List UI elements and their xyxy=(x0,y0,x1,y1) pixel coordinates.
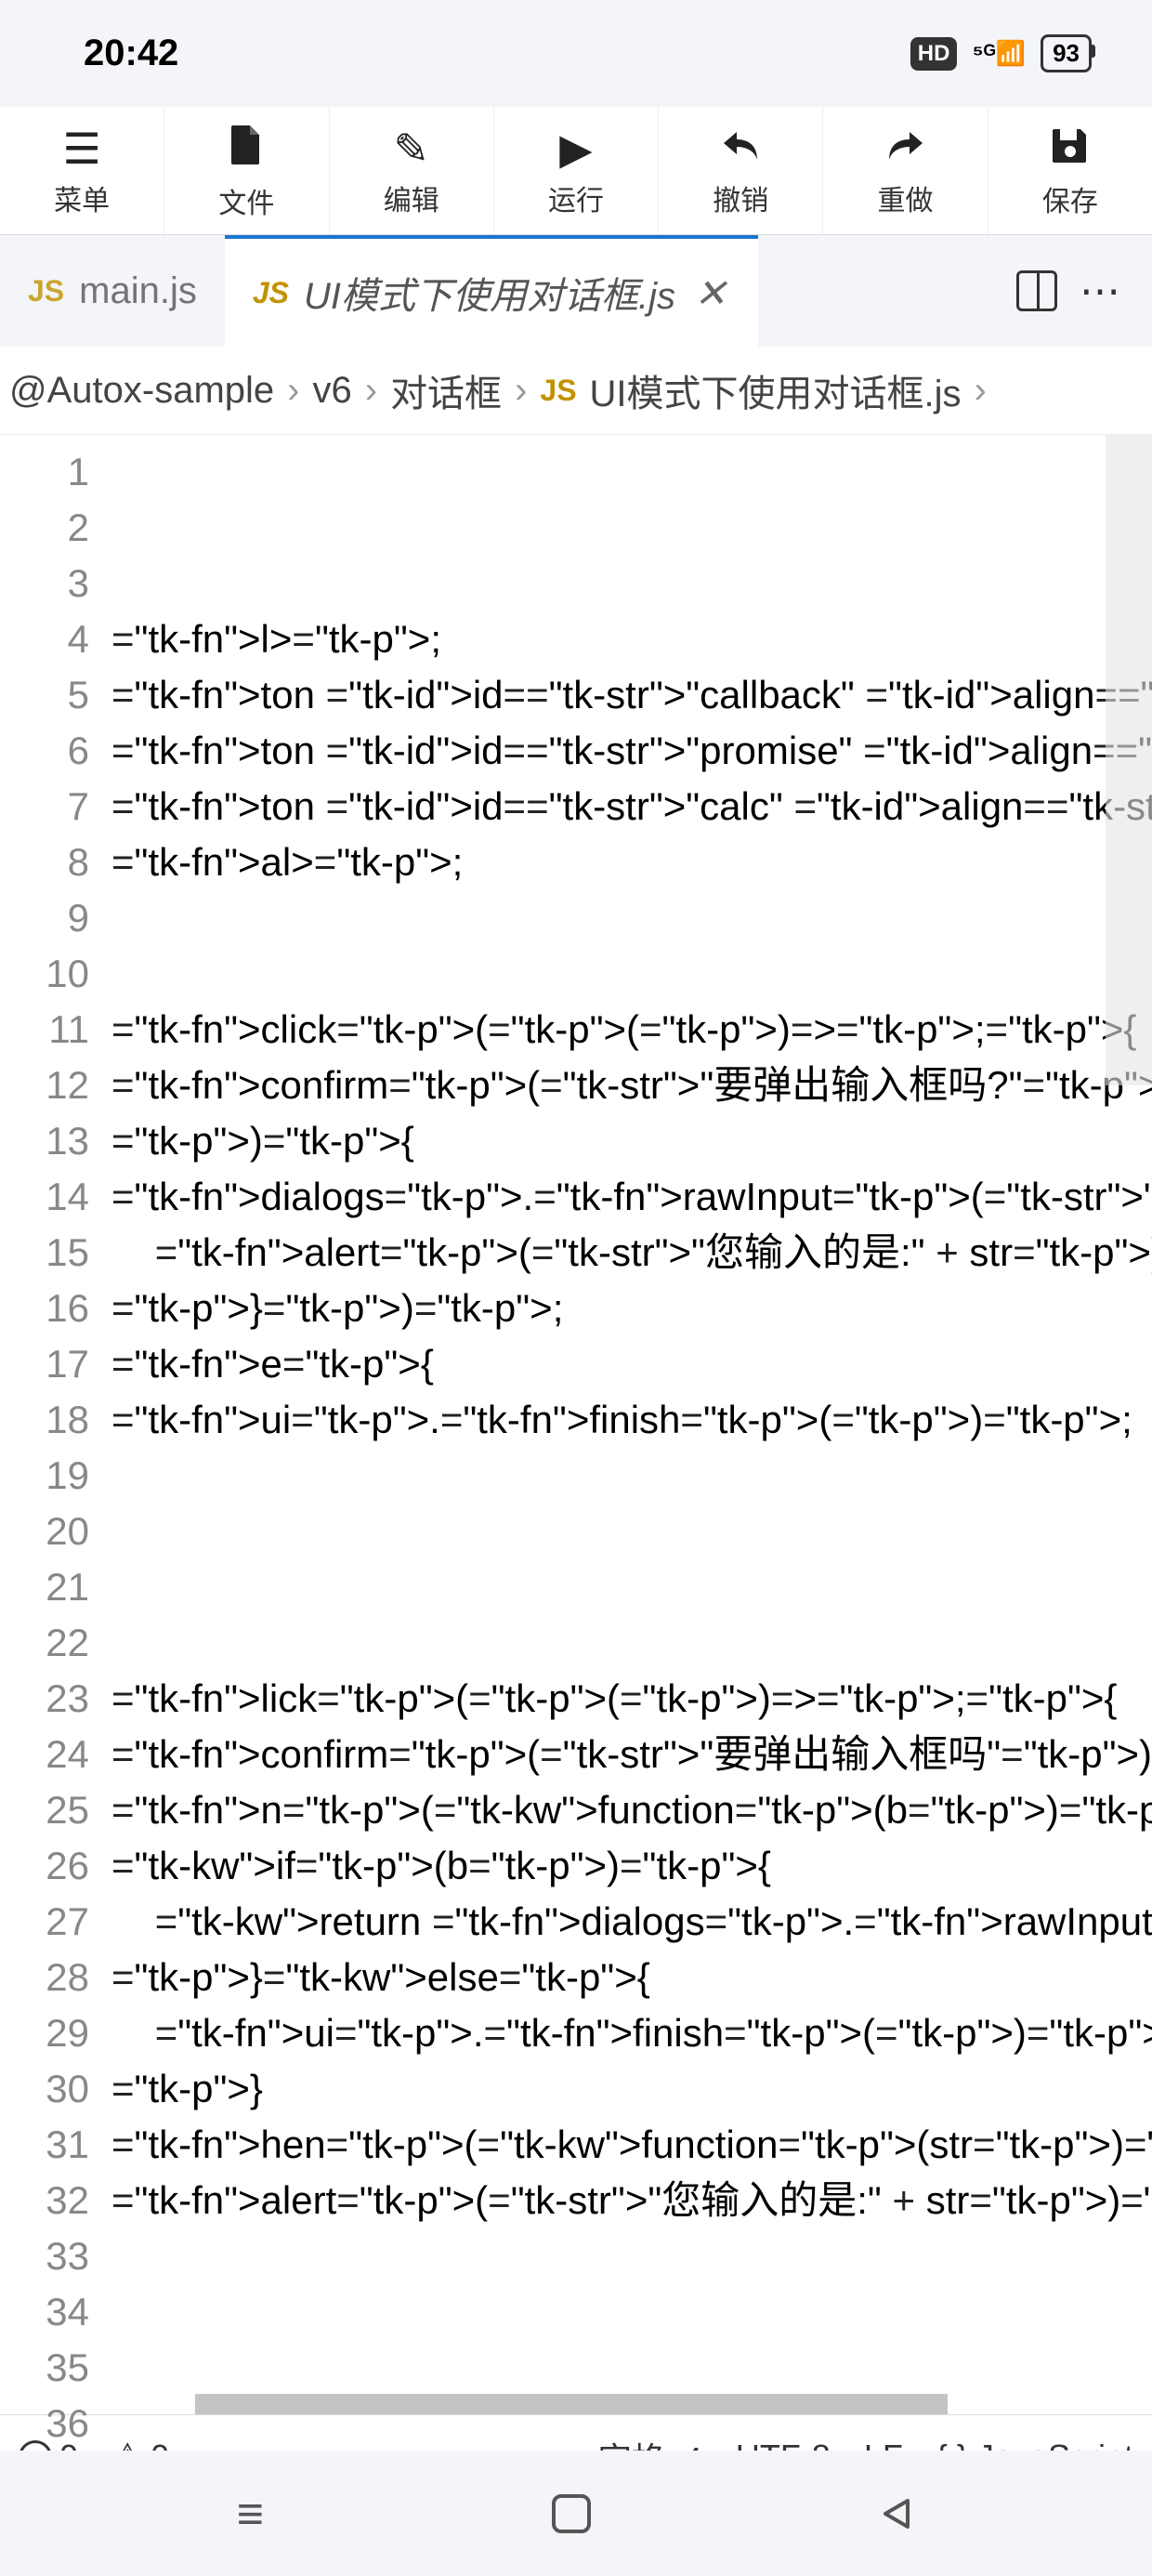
redo-icon xyxy=(885,127,926,170)
run-label: 运行 xyxy=(548,177,604,218)
recents-icon[interactable]: ≡ xyxy=(237,2487,264,2541)
run-button[interactable]: ▶ 运行 xyxy=(494,107,659,234)
breadcrumb-item[interactable]: v6 xyxy=(312,370,351,412)
code-editor[interactable]: 1234567891011121314151617181920212223242… xyxy=(0,435,1152,2414)
pencil-icon: ✎ xyxy=(393,127,429,170)
breadcrumb-root[interactable]: @Autox-sample xyxy=(9,370,274,412)
line-number-gutter: 1234567891011121314151617181920212223242… xyxy=(0,435,111,2414)
tab-main-js[interactable]: JS main.js xyxy=(0,235,225,347)
js-badge-icon: JS xyxy=(253,276,289,310)
tab-extras: ⋯ xyxy=(988,235,1152,347)
breadcrumb-item[interactable]: 对话框 xyxy=(390,363,502,417)
breadcrumb-file[interactable]: UI模式下使用对话框.js xyxy=(590,363,962,417)
code-content[interactable]: ="tk-fn">l>="tk-p">;="tk-fn">ton ="tk-id… xyxy=(111,435,1152,2414)
undo-button[interactable]: 撤销 xyxy=(659,107,823,234)
horizontal-scrollbar[interactable] xyxy=(195,2394,948,2414)
phone-status-bar: 20:42 HD ⁵ᴳ📶 93 xyxy=(0,0,1152,107)
undo-label: 撤销 xyxy=(713,177,768,218)
menu-label: 菜单 xyxy=(54,177,110,218)
tab-label: main.js xyxy=(79,270,197,312)
editor-tabs: JS main.js JS UI模式下使用对话框.js ✕ ⋯ xyxy=(0,235,1152,347)
file-button[interactable]: 文件 xyxy=(164,107,329,234)
chevron-icon: › xyxy=(287,370,299,412)
minimap[interactable] xyxy=(1106,435,1152,1085)
file-label: 文件 xyxy=(218,180,274,221)
save-label: 保存 xyxy=(1042,178,1098,219)
hd-badge: HD xyxy=(910,37,958,71)
tab-ui-dialog-js[interactable]: JS UI模式下使用对话框.js ✕ xyxy=(225,235,758,347)
save-button[interactable]: 保存 xyxy=(988,107,1152,234)
android-nav-bar: ≡ xyxy=(0,2451,1152,2576)
tab-label: UI模式下使用对话框.js xyxy=(304,266,675,320)
play-icon: ▶ xyxy=(559,127,592,170)
network-indicator: ⁵ᴳ📶 xyxy=(972,39,1026,68)
more-actions-icon[interactable]: ⋯ xyxy=(1080,268,1124,315)
close-tab-icon[interactable]: ✕ xyxy=(690,270,730,316)
chevron-icon: › xyxy=(515,370,527,412)
menu-icon: ☰ xyxy=(63,127,101,170)
status-indicators: HD ⁵ᴳ📶 93 xyxy=(910,34,1092,72)
edit-label: 编辑 xyxy=(384,177,439,218)
main-toolbar: ☰ 菜单 文件 ✎ 编辑 ▶ 运行 撤销 重做 保存 xyxy=(0,107,1152,235)
split-editor-icon[interactable] xyxy=(1016,270,1057,311)
menu-button[interactable]: ☰ 菜单 xyxy=(0,107,164,234)
redo-label: 重做 xyxy=(878,177,934,218)
js-badge-icon: JS xyxy=(540,374,576,408)
edit-button[interactable]: ✎ 编辑 xyxy=(330,107,494,234)
js-badge-icon: JS xyxy=(28,274,64,309)
chevron-icon: › xyxy=(975,370,987,412)
chevron-icon: › xyxy=(365,370,377,412)
clock: 20:42 xyxy=(84,33,178,74)
redo-button[interactable]: 重做 xyxy=(823,107,988,234)
battery-indicator: 93 xyxy=(1041,34,1092,72)
file-icon xyxy=(228,124,265,173)
back-icon[interactable] xyxy=(878,2495,915,2532)
breadcrumb: @Autox-sample › v6 › 对话框 › JS UI模式下使用对话框… xyxy=(0,347,1152,435)
home-icon[interactable] xyxy=(552,2494,591,2533)
save-icon xyxy=(1051,125,1090,171)
undo-icon xyxy=(720,127,761,170)
